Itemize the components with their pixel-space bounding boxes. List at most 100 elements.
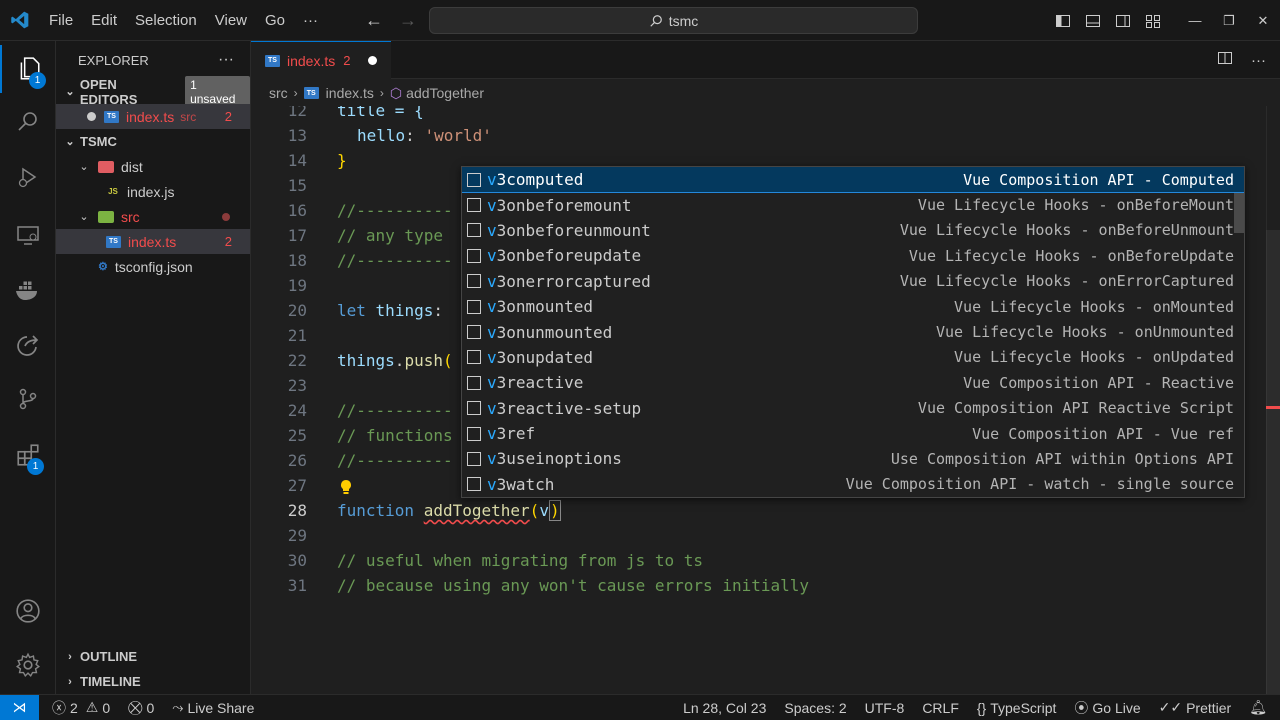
live-share-status[interactable]: ⤳ Live Share — [163, 699, 263, 716]
chevron-right-icon: › — [379, 86, 384, 100]
snippet-icon — [467, 172, 481, 187]
suggestion-item[interactable]: v3onmounted Vue Lifecycle Hooks - onMount… — [462, 294, 1244, 319]
go-live-label: Go Live — [1092, 699, 1141, 716]
suggestion-item[interactable]: v3onunmounted Vue Lifecycle Hooks - onUnm… — [462, 319, 1244, 344]
toggle-panel-icon[interactable] — [1078, 13, 1108, 29]
indentation-status[interactable]: Spaces: 2 — [775, 700, 855, 716]
lightbulb-icon[interactable] — [339, 473, 353, 498]
folder-label: dist — [121, 158, 143, 175]
suggestion-widget[interactable]: v3computed Vue Composition API - Computed… — [461, 166, 1245, 498]
docker-activity[interactable] — [0, 267, 56, 315]
menu-selection[interactable]: Selection — [126, 0, 206, 41]
open-editors-section[interactable]: ⌄ OPEN EDITORS 1 unsaved — [56, 75, 250, 108]
menu-more[interactable]: ··· — [294, 0, 327, 41]
toggle-secondary-sidebar-icon[interactable] — [1108, 13, 1138, 29]
editor-scrollbar[interactable] — [1266, 106, 1280, 694]
breadcrumb-folder[interactable]: src — [269, 85, 288, 101]
file-problem-count: 2 — [224, 234, 232, 249]
suggestion-item[interactable]: v3computed Vue Composition API - Computed — [462, 167, 1244, 194]
suggestion-item[interactable]: v3reactive Vue Composition API - Reactive — [462, 370, 1244, 395]
remote-indicator[interactable]: ⋊ — [0, 694, 39, 720]
menu-bar: File Edit Selection View Go ··· — [40, 0, 327, 40]
notifications-status[interactable]: 🔔︎ — [1240, 699, 1276, 716]
menu-view[interactable]: View — [206, 0, 256, 41]
explorer-title: EXPLORER — [78, 52, 149, 68]
extensions-activity[interactable]: 1 — [0, 431, 56, 479]
live-share-activity[interactable] — [0, 321, 56, 369]
outline-section[interactable]: › OUTLINE — [56, 644, 251, 669]
open-editor-problem-count: 2 — [224, 109, 232, 124]
menu-file[interactable]: File — [40, 0, 82, 41]
minimize-icon[interactable]: — — [1178, 13, 1212, 28]
suggestion-item[interactable]: v3onbeforemount Vue Lifecycle Hooks - onB… — [462, 192, 1244, 217]
timeline-label: TIMELINE — [80, 674, 141, 689]
menu-edit[interactable]: Edit — [82, 0, 126, 41]
language-status[interactable]: {} TypeScript — [968, 700, 1066, 716]
tree-file-index-js[interactable]: JS index.js — [56, 179, 250, 204]
vscode-logo-icon — [0, 0, 40, 41]
source-control-activity[interactable] — [0, 375, 56, 423]
menu-go[interactable]: Go — [256, 0, 294, 41]
remote-explorer-activity[interactable] — [0, 211, 56, 259]
suggestion-item[interactable]: v3onbeforeunmount Vue Lifecycle Hooks - o… — [462, 218, 1244, 243]
accounts-activity[interactable] — [0, 587, 56, 635]
suggestion-item[interactable]: v3useinoptions Use Composition API within… — [462, 446, 1244, 471]
suggestion-item[interactable]: v3onerrorcaptured Vue Lifecycle Hooks - o… — [462, 269, 1244, 294]
suggestion-item[interactable]: v3reactive-setup Vue Composition API Reac… — [462, 396, 1244, 421]
suggestion-item[interactable]: v3onbeforeupdate Vue Lifecycle Hooks - on… — [462, 243, 1244, 268]
open-editor-item[interactable]: TS index.ts src 2 — [56, 104, 250, 129]
unsaved-dot-icon[interactable] — [87, 112, 96, 121]
run-debug-activity[interactable] — [0, 153, 56, 201]
cursor-position[interactable]: Ln 28, Col 23 — [674, 700, 775, 716]
suggestion-scrollbar[interactable] — [1234, 193, 1244, 233]
suggestion-item[interactable]: v3watch Vue Composition API - watch - sin… — [462, 472, 1244, 497]
manage-activity[interactable] — [0, 641, 56, 689]
snippet-icon — [467, 401, 481, 416]
project-section[interactable]: ⌄ TSMC — [56, 129, 250, 154]
encoding-status[interactable]: UTF-8 — [856, 700, 914, 716]
command-center-search[interactable]: tsmc — [429, 7, 918, 34]
snippet-icon — [467, 350, 481, 365]
split-editor-icon[interactable] — [1217, 50, 1233, 70]
more-actions-icon[interactable]: ··· — [1251, 52, 1266, 69]
editor-tabs: TS index.ts 2 ··· — [251, 41, 1280, 79]
breadcrumb-symbol[interactable]: addTogether — [406, 85, 484, 101]
snippet-icon — [467, 477, 481, 492]
breadcrumb-file[interactable]: index.ts — [326, 85, 374, 101]
tab-index-ts[interactable]: TS index.ts 2 — [251, 41, 391, 79]
snippet-icon — [467, 248, 481, 263]
tree-file-index-ts[interactable]: TS index.ts 2 — [56, 229, 250, 254]
eol-status[interactable]: CRLF — [913, 700, 968, 716]
unsaved-dot-icon[interactable] — [368, 56, 378, 65]
close-window-icon[interactable]: ✕ — [1246, 13, 1280, 29]
tree-file-tsconfig[interactable]: ⚙ tsconfig.json — [56, 254, 250, 279]
code-line-current: 28 function addTogether(v) — [287, 500, 561, 521]
maximize-icon[interactable]: ❐ — [1212, 13, 1246, 29]
chevron-right-icon: › — [68, 675, 72, 688]
run-debug-icon — [18, 167, 37, 188]
chevron-down-icon: ⌄ — [79, 161, 89, 173]
suggestion-item[interactable]: v3ref Vue Composition API - Vue ref — [462, 421, 1244, 446]
suggestion-item[interactable]: v3onupdated Vue Lifecycle Hooks - onUpdat… — [462, 345, 1244, 370]
tree-folder-src[interactable]: ⌄ src — [56, 204, 250, 229]
live-share-icon: ⤳ — [172, 699, 184, 715]
customize-layout-icon[interactable] — [1138, 13, 1168, 29]
ports-status[interactable]: ⛒ 0 — [119, 699, 163, 716]
explorer-badge: 1 — [29, 72, 46, 89]
tab-actions: ··· — [1217, 41, 1266, 79]
problems-status[interactable]: ⓧ 2 ⚠ 0 — [43, 698, 119, 718]
search-text: tsmc — [668, 12, 699, 29]
prettier-status[interactable]: ✓✓ Prettier — [1150, 699, 1241, 716]
toggle-sidebar-icon[interactable] — [1048, 13, 1078, 29]
search-activity[interactable] — [0, 97, 56, 145]
explorer-activity[interactable]: 1 — [0, 45, 56, 93]
more-actions-icon[interactable]: ··· — [218, 51, 234, 69]
scrollbar-thumb[interactable] — [1266, 230, 1280, 694]
forward-arrow-icon[interactable]: → — [399, 10, 417, 31]
timeline-section[interactable]: › TIMELINE — [56, 669, 251, 694]
modified-dot-icon — [222, 212, 230, 221]
project-label: TSMC — [80, 134, 117, 149]
go-live-status[interactable]: ⦿ Go Live — [1065, 698, 1149, 718]
tree-folder-dist[interactable]: ⌄ dist — [56, 154, 250, 179]
back-arrow-icon[interactable]: ← — [365, 10, 383, 31]
